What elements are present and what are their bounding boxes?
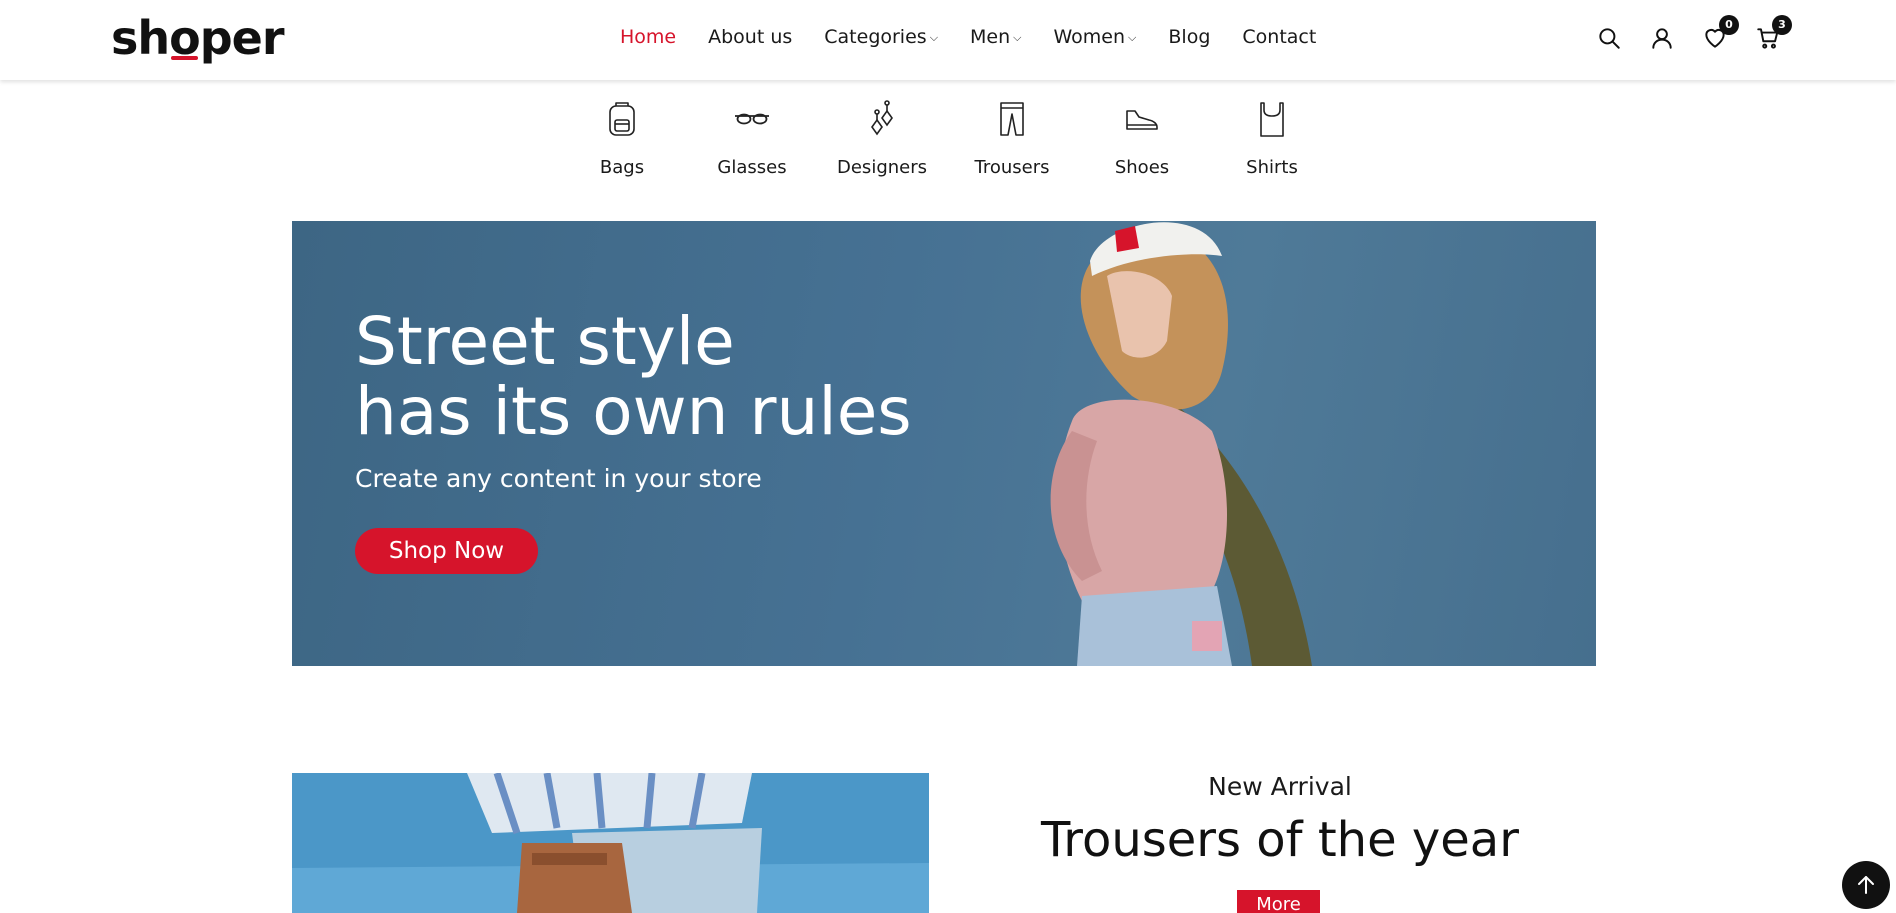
category-bags[interactable]: Bags [557, 98, 687, 178]
shop-now-button[interactable]: Shop Now [355, 528, 538, 574]
hero-title: Street style has its own rules [355, 303, 912, 450]
nav-categories[interactable]: Categories ⌵ [824, 22, 938, 53]
site-header: shoper Home About us Categories ⌵ Men ⌵ Wo… [0, 0, 1896, 80]
cart-count-badge: 3 [1772, 15, 1792, 35]
category-label: Bags [599, 157, 645, 178]
promo-image [292, 773, 929, 913]
category-glasses[interactable]: Glasses [687, 98, 817, 178]
scroll-to-top-button[interactable] [1842, 861, 1890, 909]
search-button[interactable] [1595, 20, 1623, 54]
wishlist-count-badge: 0 [1719, 15, 1739, 35]
hero-subtitle: Create any content in your store [355, 464, 762, 493]
backpack-icon [609, 102, 635, 136]
promo-photo [292, 773, 929, 913]
main-nav: Home About us Categories ⌵ Men ⌵ Women ⌵ Bl… [620, 22, 1348, 53]
wishlist-button[interactable]: 0 [1701, 15, 1739, 54]
more-button[interactable]: More [1237, 890, 1320, 913]
nav-women[interactable]: Women ⌵ [1054, 22, 1137, 53]
category-label: Shoes [1114, 157, 1170, 178]
earrings-icon [871, 100, 893, 136]
category-label: Glasses [717, 157, 787, 178]
account-button[interactable] [1648, 20, 1676, 54]
shirt-icon [1260, 102, 1284, 137]
shoe-icon [1126, 110, 1158, 130]
nav-blog[interactable]: Blog [1168, 22, 1210, 53]
category-shirts[interactable]: Shirts [1207, 98, 1337, 178]
logo[interactable]: shoper [111, 8, 285, 68]
category-designers[interactable]: Designers [817, 98, 947, 178]
header-actions: 0 3 [1595, 15, 1807, 54]
user-icon [1652, 28, 1672, 49]
nav-men[interactable]: Men ⌵ [970, 22, 1021, 53]
nav-contact[interactable]: Contact [1242, 22, 1316, 53]
arrow-up-icon [1858, 876, 1874, 894]
glasses-icon [735, 113, 769, 125]
chevron-down-icon: ⌵ [1128, 31, 1137, 44]
category-label: Shirts [1246, 157, 1298, 178]
cart-button[interactable]: 3 [1754, 15, 1792, 54]
arrival-title: Trousers of the year [1041, 812, 1519, 868]
category-label: Trousers [974, 157, 1050, 178]
arrival-kicker: New Arrival [1208, 772, 1352, 801]
category-shoes[interactable]: Shoes [1077, 98, 1207, 178]
trousers-icon [1000, 102, 1024, 136]
chevron-down-icon: ⌵ [929, 31, 939, 44]
hero-model-image [1050, 222, 1312, 666]
nav-home[interactable]: Home [620, 22, 676, 53]
category-strip: Bags Glasses Designers Trousers Shoes Sh… [557, 98, 1337, 178]
category-label: Designers [837, 157, 927, 178]
hero-banner: Street style has its own rules Create any… [292, 221, 1596, 666]
category-trousers[interactable]: Trousers [947, 98, 1077, 178]
nav-about[interactable]: About us [708, 22, 792, 53]
search-icon [1599, 28, 1620, 49]
chevron-down-icon: ⌵ [1013, 31, 1022, 44]
